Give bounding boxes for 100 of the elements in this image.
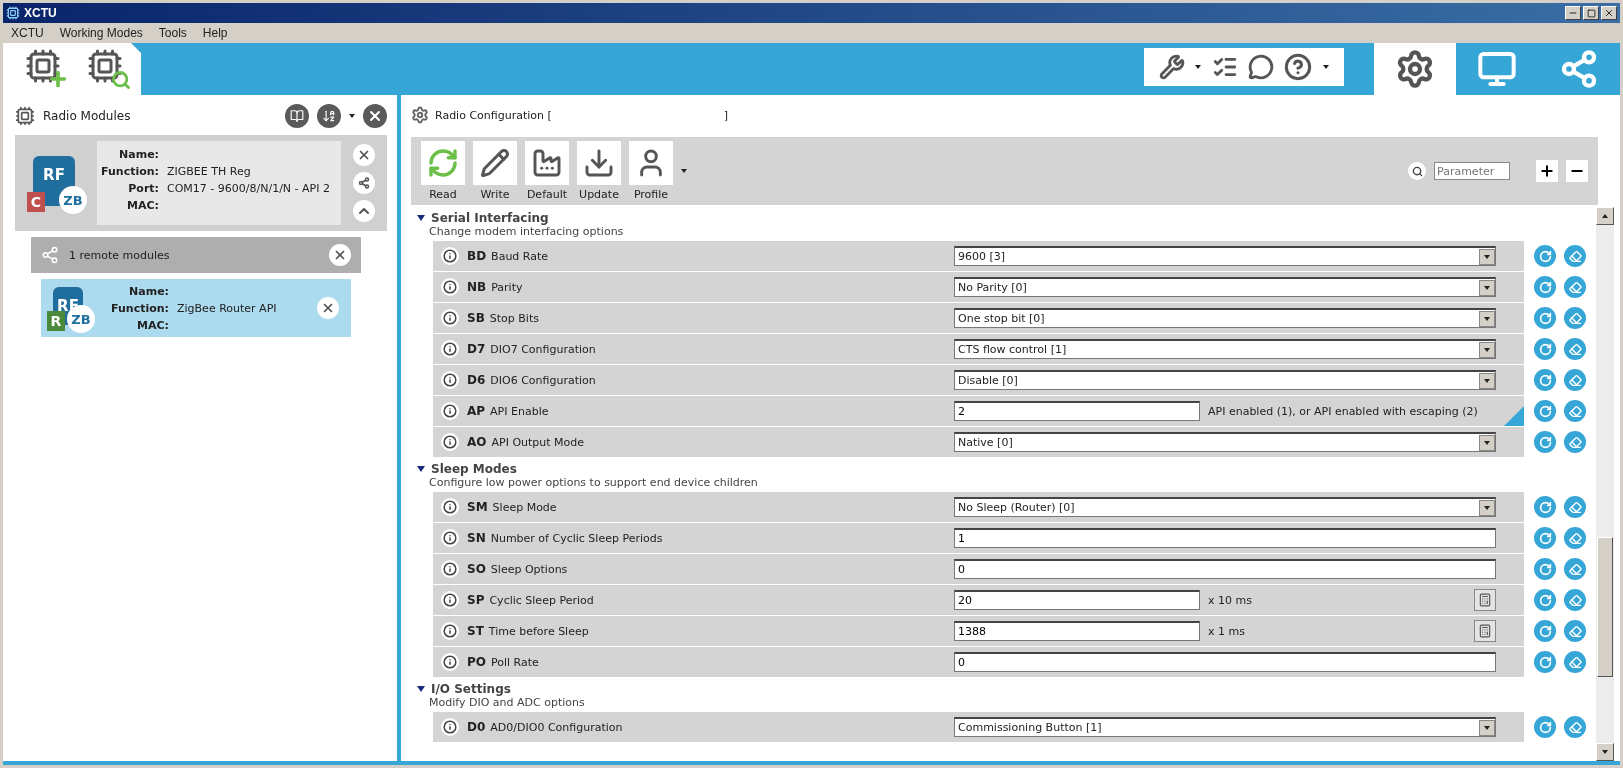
dropdown-arrow-button[interactable] — [1479, 719, 1495, 736]
help-icon[interactable] — [1284, 53, 1313, 81]
section-subtitle: Change modem interfacing options — [428, 225, 625, 238]
search-module-icon[interactable] — [87, 48, 131, 90]
parameter-code: D6 — [467, 373, 486, 387]
dropdown-value: No Parity [0] — [958, 281, 1027, 294]
parameter-name: Baud Rate — [491, 249, 549, 263]
network-button[interactable] — [353, 172, 375, 194]
sort-button[interactable] — [317, 104, 341, 128]
tools-icon[interactable] — [1159, 54, 1186, 80]
menu-item[interactable]: XCTU — [11, 26, 44, 40]
field-label: Name: — [118, 147, 159, 162]
dropdown-arrow-button[interactable] — [1479, 279, 1495, 296]
caret-icon[interactable] — [1484, 347, 1490, 352]
field-label: Function: — [110, 300, 169, 316]
caret-icon[interactable] — [1484, 316, 1490, 321]
book-button[interactable] — [285, 104, 309, 128]
caret-icon[interactable] — [681, 169, 687, 173]
parameter-code: ST — [467, 624, 484, 638]
parameter-name: Sleep Mode — [492, 500, 557, 514]
caret-icon[interactable] — [1484, 725, 1490, 730]
parameter-code: SN — [467, 531, 486, 545]
dropdown-value: One stop bit [0] — [958, 312, 1045, 325]
refresh-arrows-icon — [427, 147, 459, 179]
parameter-code: NB — [467, 280, 487, 294]
factory-icon — [531, 147, 563, 179]
dropdown-arrow-button[interactable] — [1479, 499, 1495, 516]
scrollbar[interactable] — [1596, 207, 1614, 761]
dropdown-field[interactable]: CTS flow control [1] — [954, 339, 1496, 359]
field-hint: x 10 ms — [1208, 593, 1253, 607]
scroll-thumb[interactable] — [1597, 537, 1613, 677]
caret-icon[interactable] — [349, 114, 355, 118]
network-icon[interactable] — [358, 177, 370, 189]
field-hint: API enabled (1), or API enabled with escaping (2) — [1208, 404, 1479, 418]
mode-tab[interactable] — [1374, 43, 1456, 95]
book-icon[interactable] — [290, 109, 304, 123]
parameter-name: Time before Sleep — [488, 624, 589, 638]
parameter-name: Number of Cyclic Sleep Periods — [490, 531, 663, 545]
parameter-code: BD — [467, 249, 487, 263]
parameter-code: AO — [467, 435, 487, 449]
caret-icon[interactable] — [1484, 440, 1490, 445]
caret-icon[interactable] — [1484, 285, 1490, 290]
remote-count: 1 remote modules — [69, 248, 171, 262]
caret-icon[interactable] — [1322, 65, 1329, 69]
parameter-code: SB — [467, 311, 485, 325]
input-field[interactable]: 2 — [954, 401, 1200, 421]
input-field[interactable]: 20 — [954, 590, 1200, 610]
chat-icon[interactable] — [1248, 54, 1275, 80]
menu-item[interactable]: Working Modes — [59, 26, 143, 40]
input-field[interactable]: 1 — [954, 528, 1496, 548]
dropdown-arrow-button[interactable] — [1479, 248, 1495, 265]
dropdown-field[interactable]: Disable [0] — [954, 370, 1496, 390]
collapse-triangle-icon[interactable] — [417, 686, 425, 692]
add-module-icon[interactable] — [25, 48, 69, 90]
parameter-name: DIO6 Configuration — [490, 373, 596, 387]
caret-icon[interactable] — [1195, 65, 1202, 69]
menu-item[interactable]: Tools — [158, 26, 187, 40]
scroll-down-button[interactable] — [1596, 743, 1614, 761]
caret-icon[interactable] — [1602, 214, 1608, 218]
scroll-up-button[interactable] — [1596, 207, 1614, 225]
dropdown-field[interactable]: Commissioning Button [1] — [954, 717, 1496, 737]
remote-modules-bar[interactable]: 1 remote modules — [31, 237, 361, 273]
parameter-name: API Output Mode — [491, 435, 585, 449]
caret-icon[interactable] — [1484, 254, 1490, 259]
dropdown-arrow-button[interactable] — [1479, 372, 1495, 389]
dropdown-field[interactable]: No Parity [0] — [954, 277, 1496, 297]
caret-icon[interactable] — [1484, 505, 1490, 510]
parameter-code: SO — [467, 562, 486, 576]
dropdown-arrow-button[interactable] — [1479, 341, 1495, 358]
field-label: Function: — [100, 164, 159, 179]
parameter-code: D0 — [467, 720, 486, 734]
dropdown-arrow-button[interactable] — [1479, 434, 1495, 451]
menu-item[interactable]: Help — [202, 26, 228, 40]
input-field[interactable]: 1388 — [954, 621, 1200, 641]
collapse-triangle-icon[interactable] — [417, 466, 425, 472]
dropdown-field[interactable]: No Sleep (Router) [0] — [954, 497, 1496, 517]
caret-icon[interactable] — [1484, 378, 1490, 383]
bracket-text: ] — [723, 108, 729, 122]
remote-module-card[interactable]: RF R ZB Name: Function: ZigBee Router API MAC: — [41, 279, 351, 337]
parameter-name: Stop Bits — [489, 311, 539, 325]
dropdown-value: CTS flow control [1] — [958, 343, 1067, 356]
dropdown-value: Disable [0] — [958, 374, 1018, 387]
sort-icon[interactable] — [322, 109, 336, 123]
dropdown-field[interactable]: 9600 [3] — [954, 246, 1496, 266]
parameter-code: AP — [467, 404, 486, 418]
dropdown-field[interactable]: One stop bit [0] — [954, 308, 1496, 328]
input-field[interactable]: 0 — [954, 652, 1496, 672]
dropdown-value: 9600 [3] — [958, 250, 1006, 263]
parameter-name: DIO7 Configuration — [490, 342, 596, 356]
network-icon — [41, 246, 59, 264]
dropdown-value: Native [0] — [958, 436, 1013, 449]
dropdown-field[interactable]: Native [0] — [954, 432, 1496, 452]
field-label: MAC: — [126, 198, 159, 213]
caret-icon[interactable] — [1602, 750, 1608, 754]
search-field[interactable]: Parameter — [1434, 162, 1510, 180]
collapse-triangle-icon[interactable] — [417, 215, 425, 221]
field-value: ZigBee Router API — [177, 300, 278, 316]
local-module-card[interactable]: RF C ZB Name: Function: ZIGBEE TH Reg Port: COM17 - 9600/8/N/1/N - API 2 MAC: — [15, 135, 387, 231]
dropdown-arrow-button[interactable] — [1479, 310, 1495, 327]
input-field[interactable]: 0 — [954, 559, 1496, 579]
